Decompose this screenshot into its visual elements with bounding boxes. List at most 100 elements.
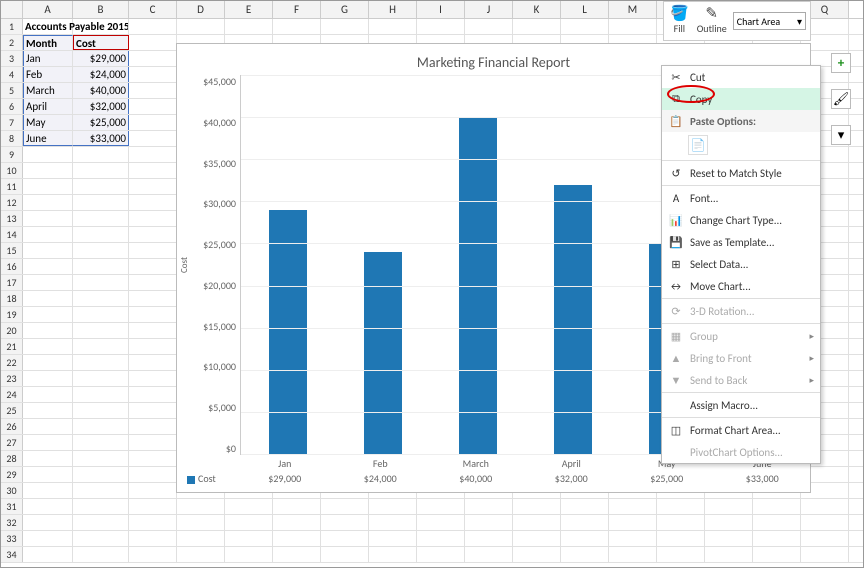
- col-a[interactable]: A: [23, 1, 73, 18]
- cell[interactable]: [73, 387, 129, 402]
- col-k[interactable]: K: [513, 1, 561, 18]
- chart-filters-button[interactable]: ▾: [831, 125, 851, 145]
- row-header[interactable]: 20: [1, 323, 23, 338]
- cell[interactable]: [129, 291, 177, 306]
- cell[interactable]: [73, 547, 129, 562]
- col-i[interactable]: I: [417, 1, 465, 18]
- cell[interactable]: [73, 515, 129, 530]
- menu-font[interactable]: AFont...: [662, 187, 820, 209]
- menu-assign-macro[interactable]: Assign Macro...: [662, 394, 820, 416]
- cell[interactable]: Accounts Payable 2015: [23, 19, 73, 34]
- cell[interactable]: [129, 499, 177, 514]
- cell[interactable]: [417, 531, 465, 546]
- menu-change-chart-type[interactable]: 📊Change Chart Type...: [662, 209, 820, 231]
- cell[interactable]: [753, 547, 801, 562]
- chart-bar[interactable]: [269, 210, 307, 454]
- cell[interactable]: [73, 499, 129, 514]
- cell[interactable]: [73, 291, 129, 306]
- menu-select-data[interactable]: ⊞Select Data...: [662, 253, 820, 275]
- row-header[interactable]: 12: [1, 195, 23, 210]
- row-header[interactable]: 34: [1, 547, 23, 562]
- cell[interactable]: [177, 499, 225, 514]
- row-header[interactable]: 14: [1, 227, 23, 242]
- cell[interactable]: [801, 499, 849, 514]
- cell[interactable]: [129, 355, 177, 370]
- cell[interactable]: [561, 19, 609, 34]
- cell[interactable]: $32,000: [73, 99, 129, 114]
- menu-move-chart[interactable]: ↔Move Chart...: [662, 275, 820, 297]
- cell[interactable]: [465, 19, 513, 34]
- paste-option-button[interactable]: 📄: [688, 135, 708, 155]
- cell[interactable]: $24,000: [73, 67, 129, 82]
- cell[interactable]: [609, 547, 657, 562]
- cell[interactable]: [129, 19, 177, 34]
- menu-format-chart-area[interactable]: ◫Format Chart Area...: [662, 419, 820, 441]
- chart-element-dropdown[interactable]: Chart Area ▾: [733, 12, 806, 30]
- cell[interactable]: [225, 547, 273, 562]
- cell[interactable]: [23, 163, 73, 178]
- cell[interactable]: [23, 547, 73, 562]
- cell[interactable]: [657, 547, 705, 562]
- cell[interactable]: [129, 243, 177, 258]
- chart-bar[interactable]: [554, 185, 592, 455]
- cell[interactable]: [23, 419, 73, 434]
- cell[interactable]: April: [23, 99, 73, 114]
- menu-copy[interactable]: ⧉Copy: [662, 88, 820, 110]
- row-header[interactable]: 15: [1, 243, 23, 258]
- cell[interactable]: [129, 307, 177, 322]
- cell[interactable]: [561, 515, 609, 530]
- cell[interactable]: [417, 515, 465, 530]
- cell[interactable]: [369, 19, 417, 34]
- row-header[interactable]: 21: [1, 339, 23, 354]
- menu-reset-style[interactable]: ↺Reset to Match Style: [662, 162, 820, 184]
- cell[interactable]: [129, 131, 177, 146]
- cell[interactable]: March: [23, 83, 73, 98]
- cell[interactable]: $25,000: [73, 115, 129, 130]
- row-header[interactable]: 1: [1, 19, 23, 34]
- cell[interactable]: [129, 419, 177, 434]
- cell[interactable]: [177, 531, 225, 546]
- cell[interactable]: [23, 323, 73, 338]
- cell[interactable]: [465, 515, 513, 530]
- cell[interactable]: [657, 499, 705, 514]
- cell[interactable]: [753, 499, 801, 514]
- col-g[interactable]: G: [321, 1, 369, 18]
- cell[interactable]: [465, 499, 513, 514]
- row-header[interactable]: 22: [1, 355, 23, 370]
- cell[interactable]: [129, 483, 177, 498]
- row-header[interactable]: 30: [1, 483, 23, 498]
- cell[interactable]: [273, 499, 321, 514]
- cell[interactable]: [513, 531, 561, 546]
- cell[interactable]: [705, 531, 753, 546]
- cell[interactable]: [129, 163, 177, 178]
- cell[interactable]: [129, 179, 177, 194]
- cell[interactable]: [23, 275, 73, 290]
- col-c[interactable]: C: [129, 1, 177, 18]
- cell[interactable]: June: [23, 131, 73, 146]
- cell[interactable]: [321, 547, 369, 562]
- menu-cut[interactable]: ✂Cut: [662, 66, 820, 88]
- cell[interactable]: [23, 195, 73, 210]
- row-header[interactable]: 8: [1, 131, 23, 146]
- col-j[interactable]: J: [465, 1, 513, 18]
- cell[interactable]: [23, 259, 73, 274]
- cell[interactable]: [129, 339, 177, 354]
- cell[interactable]: [129, 371, 177, 386]
- cell[interactable]: $40,000: [73, 83, 129, 98]
- cell[interactable]: [273, 547, 321, 562]
- cell[interactable]: [513, 547, 561, 562]
- cell[interactable]: [513, 515, 561, 530]
- row-header[interactable]: 23: [1, 371, 23, 386]
- cell[interactable]: [657, 531, 705, 546]
- cell[interactable]: [129, 515, 177, 530]
- col-l[interactable]: L: [561, 1, 609, 18]
- cell[interactable]: [129, 435, 177, 450]
- cell[interactable]: [321, 515, 369, 530]
- cell[interactable]: [465, 531, 513, 546]
- cell[interactable]: [753, 531, 801, 546]
- cell[interactable]: [73, 403, 129, 418]
- chart-bar[interactable]: [364, 252, 402, 454]
- cell[interactable]: [129, 275, 177, 290]
- cell[interactable]: Feb: [23, 67, 73, 82]
- cell[interactable]: [129, 195, 177, 210]
